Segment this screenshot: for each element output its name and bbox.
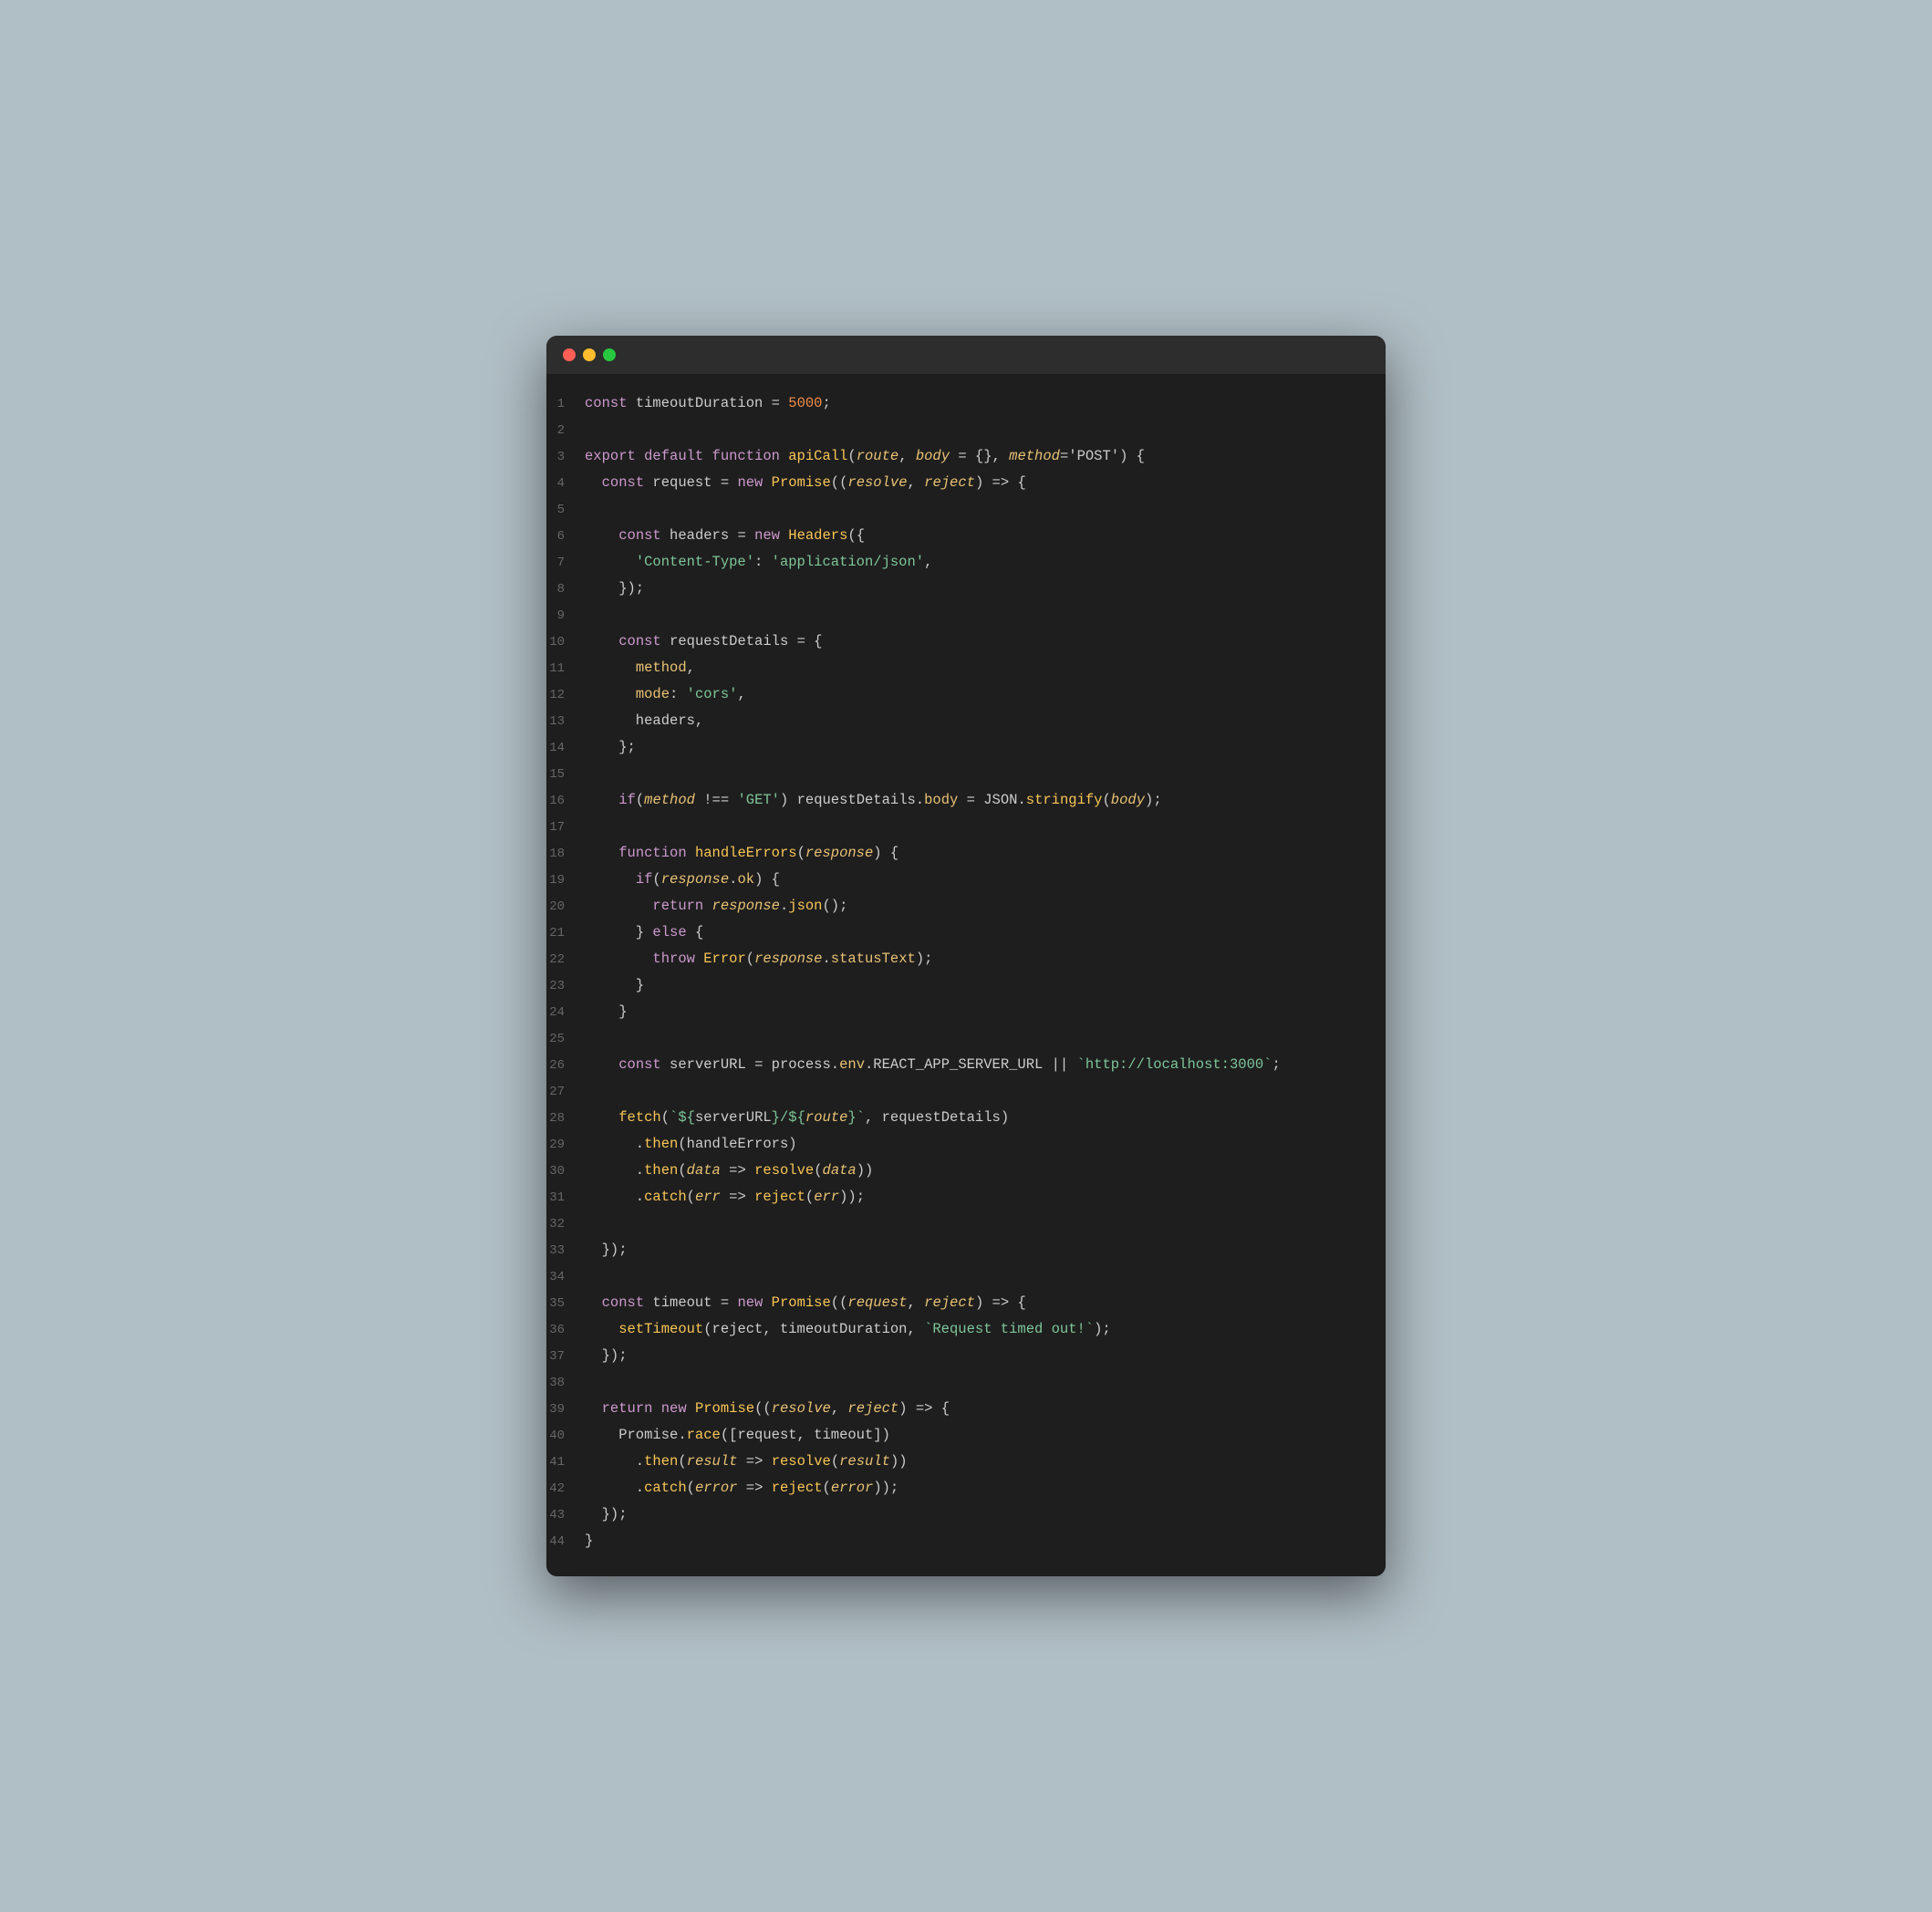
titlebar [546, 336, 1386, 374]
code-line-23: 23 } [546, 972, 1386, 999]
code-line-19: 19 if(response.ok) { [546, 867, 1386, 893]
code-line-40: 40 Promise.race([request, timeout]) [546, 1422, 1386, 1449]
code-line-5: 5 [546, 496, 1386, 523]
code-line-13: 13 headers, [546, 708, 1386, 734]
code-line-22: 22 throw Error(response.statusText); [546, 946, 1386, 972]
code-line-7: 7 'Content-Type': 'application/json', [546, 549, 1386, 576]
code-line-2: 2 [546, 417, 1386, 443]
code-line-10: 10 const requestDetails = { [546, 629, 1386, 655]
code-line-37: 37 }); [546, 1343, 1386, 1369]
code-line-44: 44 } [546, 1528, 1386, 1554]
code-line-20: 20 return response.json(); [546, 893, 1386, 920]
code-line-6: 6 const headers = new Headers({ [546, 523, 1386, 549]
code-line-24: 24 } [546, 999, 1386, 1025]
code-line-35: 35 const timeout = new Promise((request,… [546, 1290, 1386, 1316]
code-line-42: 42 .catch(error => reject(error)); [546, 1475, 1386, 1502]
code-line-26: 26 const serverURL = process.env.REACT_A… [546, 1052, 1386, 1078]
code-line-29: 29 .then(handleErrors) [546, 1131, 1386, 1158]
code-line-25: 25 [546, 1025, 1386, 1052]
code-line-9: 9 [546, 602, 1386, 629]
code-line-36: 36 setTimeout(reject, timeoutDuration, `… [546, 1316, 1386, 1343]
code-line-43: 43 }); [546, 1502, 1386, 1528]
code-line-18: 18 function handleErrors(response) { [546, 840, 1386, 867]
code-line-8: 8 }); [546, 576, 1386, 602]
code-line-33: 33 }); [546, 1237, 1386, 1263]
minimize-button[interactable] [583, 348, 596, 361]
code-line-14: 14 }; [546, 734, 1386, 761]
code-line-32: 32 [546, 1211, 1386, 1237]
code-line-34: 34 [546, 1263, 1386, 1290]
code-line-16: 16 if(method !== 'GET') requestDetails.b… [546, 787, 1386, 814]
code-line-41: 41 .then(result => resolve(result)) [546, 1449, 1386, 1475]
code-line-39: 39 return new Promise((resolve, reject) … [546, 1396, 1386, 1422]
code-line-38: 38 [546, 1369, 1386, 1396]
code-line-12: 12 mode: 'cors', [546, 681, 1386, 708]
code-line-30: 30 .then(data => resolve(data)) [546, 1158, 1386, 1184]
code-line-21: 21 } else { [546, 920, 1386, 946]
close-button[interactable] [563, 348, 576, 361]
code-line-4: 4 const request = new Promise((resolve, … [546, 470, 1386, 496]
code-line-15: 15 [546, 761, 1386, 787]
code-line-31: 31 .catch(err => reject(err)); [546, 1184, 1386, 1211]
maximize-button[interactable] [603, 348, 616, 361]
code-editor: 1 const timeoutDuration = 5000; 2 3 expo… [546, 374, 1386, 1576]
code-window: 1 const timeoutDuration = 5000; 2 3 expo… [546, 336, 1386, 1576]
code-line-28: 28 fetch(`${serverURL}/${route}`, reques… [546, 1105, 1386, 1131]
code-line-11: 11 method, [546, 655, 1386, 681]
code-line-3: 3 export default function apiCall(route,… [546, 443, 1386, 470]
code-line-1: 1 const timeoutDuration = 5000; [546, 390, 1386, 417]
code-line-17: 17 [546, 814, 1386, 840]
code-line-27: 27 [546, 1078, 1386, 1105]
